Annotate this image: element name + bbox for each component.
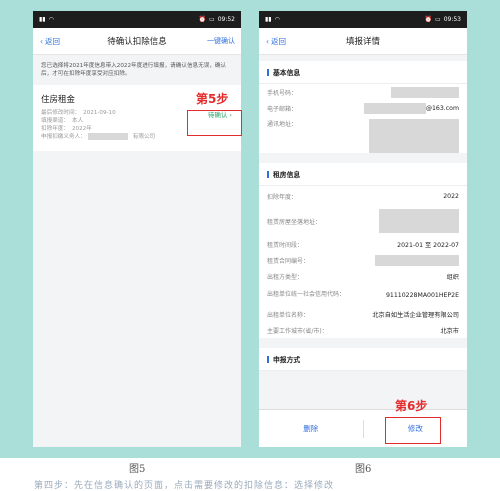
chevron-left-icon: ‹ [40,36,43,46]
masked-value [363,102,426,114]
back-button[interactable]: ‹ 返回 [40,36,60,47]
step6-label: 第6步 [395,399,428,413]
step5-highlight-box [187,110,242,136]
field-row-address: 通讯地址： [259,116,467,153]
masked-value [391,86,459,98]
footer-text: 第四步：先在信息确认的页面，点击需要修改的扣除信息：选择修改 [34,481,335,491]
section-rent-info: 租房信息 [259,163,467,186]
wifi-icon: ◠ [274,16,280,23]
field-row-email: 电子邮箱： @163.com [259,100,467,116]
section-declare-method: 申报方式 [259,348,467,371]
status-icons-left: ▮▮ ◠ [39,16,54,23]
confirm-all-button[interactable]: 一键确认 [207,36,235,46]
field-row-contract: 租赁合同编号： [259,252,467,268]
phone-screen-left: ▮▮ ◠ ⏰ ▭ 09:52 ‹ 返回 待确认扣除信息 一键确认 您已选择将20… [33,11,241,447]
alarm-icon: ⏰ [198,16,207,23]
masked-value [379,209,459,233]
step6-highlight-box [385,417,441,444]
chevron-left-icon: ‹ [266,36,269,46]
field-row-phone: 手机号码： [259,84,467,100]
wifi-icon: ◠ [48,16,54,23]
field-row-lessor-name: 出租单位名称： 北京自如生活企业管理有限公司 [259,306,467,322]
alarm-icon: ⏰ [424,16,433,23]
status-icons-right: ⏰ ▭ 09:53 [425,16,461,23]
delete-button[interactable]: 删除 [259,423,363,434]
status-time: 09:53 [443,16,461,23]
field-row-period: 租赁时间段： 2021-01 至 2022-07 [259,236,467,252]
status-icons-right: ⏰ ▭ 09:52 [199,16,235,23]
figure-caption-6: 图6 [355,464,372,475]
masked-value [87,133,128,140]
notice-text: 您已选择将2021年度信息带入2022年度进行填报，请确认信息无误，确认后，才可… [33,55,241,85]
phone-screen-right: ▮▮ ◠ ⏰ ▭ 09:53 ‹ 返回 填报详情 基本信息 手机号码： 电子邮箱… [259,11,467,447]
field-row-rent-address: 租赁房屋坐落地址： [259,206,467,236]
field-row-lessor-type: 出租方类型： 组织 [259,268,467,284]
page-title: 填报详情 [345,37,380,47]
battery-icon: ▭ [209,16,215,23]
signal-icon: ▮▮ [265,16,272,23]
status-bar: ▮▮ ◠ ⏰ ▭ 09:53 [259,11,467,28]
status-bar: ▮▮ ◠ ⏰ ▭ 09:52 [33,11,241,28]
nav-bar: ‹ 返回 待确认扣除信息 一键确认 [33,28,241,55]
nav-bar: ‹ 返回 填报详情 [259,28,467,55]
field-row-city: 主要工作城市(省/市)： 北京市 [259,322,467,338]
figure-caption-5: 图5 [129,464,146,475]
field-row-year: 扣除年度： 2022 [259,186,467,206]
status-icons-left: ▮▮ ◠ [265,16,280,23]
status-time: 09:52 [217,16,235,23]
battery-icon: ▭ [435,16,441,23]
masked-value [375,254,459,266]
masked-value [369,119,459,153]
back-button[interactable]: ‹ 返回 [266,36,286,47]
signal-icon: ▮▮ [39,16,46,23]
section-basic-info: 基本信息 [259,61,467,84]
field-row-credit-code: 出租单位统一社会信用代码： 91110228MA001HEP2E [259,284,467,306]
step5-label: 第5步 [196,92,229,106]
